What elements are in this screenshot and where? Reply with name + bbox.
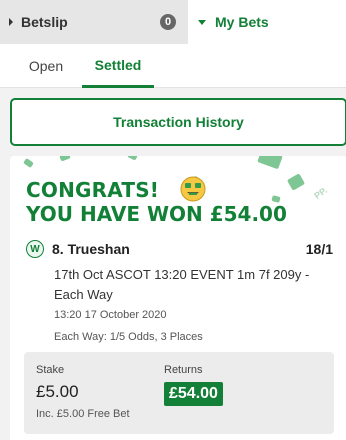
top-header: Betslip 0 My Bets xyxy=(0,0,346,44)
free-bet-note: Inc. £5.00 Free Bet xyxy=(36,408,130,420)
betslip-count-badge: 0 xyxy=(160,14,176,30)
tab-open[interactable]: Open xyxy=(20,44,72,88)
returns-label: Returns xyxy=(164,364,203,376)
money-note-icon xyxy=(257,156,283,170)
bet-event: 17th Oct ASCOT 13:20 EVENT 1m 7f 209y - … xyxy=(54,267,310,302)
transaction-history-label: Transaction History xyxy=(113,114,244,130)
win-result-badge: W xyxy=(26,240,44,258)
my-bets-tab[interactable]: My Bets xyxy=(188,0,346,44)
money-note-icon xyxy=(286,173,306,191)
stake-returns-box: Stake £5.00 Inc. £5.00 Free Bet Returns … xyxy=(24,352,334,434)
stake-value: £5.00 xyxy=(36,382,79,401)
betslip-label: Betslip xyxy=(21,14,68,30)
bet-selection: 8. Trueshan xyxy=(52,241,130,257)
win-banner: CONGRATS! YOU HAVE WON £54.00 PP. xyxy=(10,156,346,232)
bet-status-tabs: Open Settled xyxy=(0,44,346,88)
money-note-icon xyxy=(23,157,34,169)
my-bets-label: My Bets xyxy=(215,14,269,30)
won-amount-heading: YOU HAVE WON £54.00 xyxy=(26,202,287,226)
caret-right-icon xyxy=(9,18,13,26)
congrats-heading: CONGRATS! xyxy=(26,178,160,202)
bet-odds: 18/1 xyxy=(305,241,333,257)
money-note-icon xyxy=(59,156,71,162)
bet-datetime: 13:20 17 October 2020 xyxy=(54,309,167,321)
caret-down-icon xyxy=(198,19,206,25)
tab-settled[interactable]: Settled xyxy=(82,44,154,88)
settled-bet-card: CONGRATS! YOU HAVE WON £54.00 PP. W 8. T… xyxy=(10,156,346,440)
money-face-emoji-icon xyxy=(180,176,206,202)
money-note-icon xyxy=(127,156,138,161)
each-way-terms: Each Way: 1/5 Odds, 3 Places xyxy=(54,331,203,343)
transaction-history-button[interactable]: Transaction History xyxy=(10,98,346,146)
returns-value: £54.00 xyxy=(164,382,223,406)
stake-label: Stake xyxy=(36,364,65,376)
pp-watermark: PP. xyxy=(312,185,330,201)
betslip-tab[interactable]: Betslip 0 xyxy=(0,0,188,44)
